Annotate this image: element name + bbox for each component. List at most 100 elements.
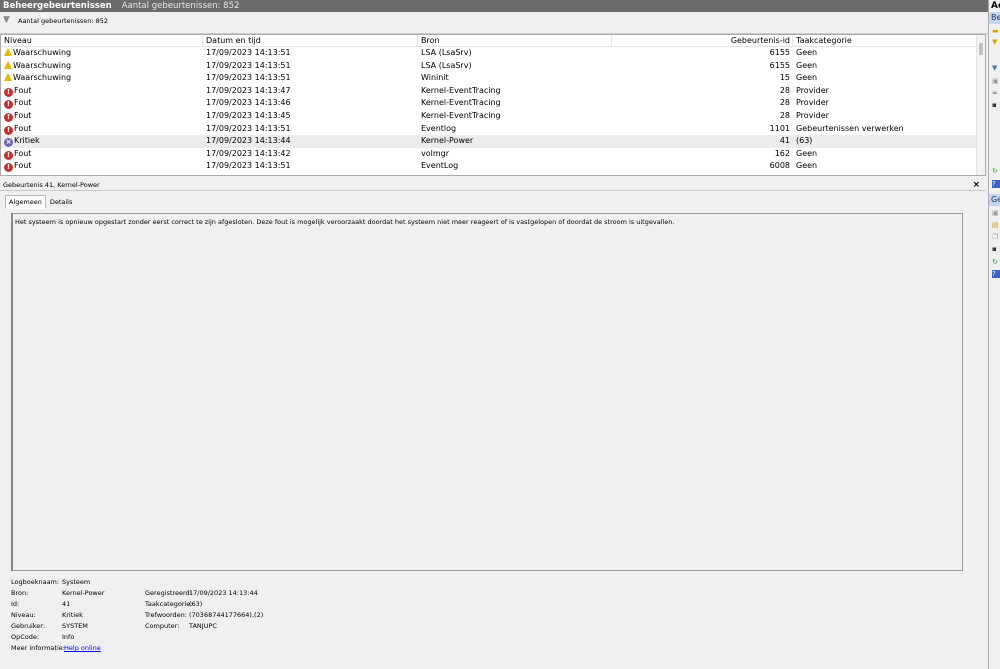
actions-section-view[interactable]: Be	[989, 12, 1000, 24]
refresh-icon[interactable]: ↻	[992, 167, 1000, 175]
table-row[interactable]: ! Fout 17/09/2023 14:13:47 Kernel-EventTr…	[1, 85, 976, 98]
error-icon: !	[4, 113, 13, 122]
user-label: Gebruiker:	[11, 622, 46, 630]
task-cell: Geen	[796, 161, 818, 171]
logged-value: 17/09/2023 14:13:44	[189, 589, 258, 597]
help-icon[interactable]: ?	[992, 180, 1000, 188]
detail-tabs: Algemeen Details	[5, 195, 77, 209]
date-cell: 17/09/2023 14:13:51	[206, 73, 291, 83]
actions-panel: Ac Be ▬ ▼ ▼ ▣ ∞ ▪ ↻ ? Ge ▣ ▤ ❐ ▪ ↻ ?	[988, 0, 1000, 669]
event-id-cell: 41	[779, 136, 790, 146]
tab-general[interactable]: Algemeen	[5, 195, 46, 209]
attach-task-icon[interactable]: ▤	[992, 221, 1000, 229]
table-row[interactable]: ! Fout 17/09/2023 14:13:45 Kernel-EventTr…	[1, 110, 976, 123]
id-value: 41	[62, 600, 71, 608]
source-cell: LSA (LsaSrv)	[421, 48, 472, 57]
warning-icon	[4, 73, 12, 82]
table-row[interactable]: × Kritiek 17/09/2023 14:13:44 Kernel-Powe…	[1, 135, 976, 148]
task-cell: Geen	[796, 60, 818, 70]
task-cell: Geen	[796, 48, 818, 57]
column-header-date[interactable]: Datum en tijd	[206, 35, 261, 47]
computer-value: TANJUPC	[189, 622, 217, 630]
level-text: Waarschuwing	[13, 73, 72, 83]
level-text: Waarschuwing	[13, 60, 72, 70]
source-cell: volmgr	[421, 148, 450, 158]
date-cell: 17/09/2023 14:13:47	[206, 85, 291, 95]
task-cell: Geen	[796, 73, 818, 83]
help-online-link[interactable]: Help online	[64, 644, 101, 652]
column-header-task[interactable]: Taakcategorie	[796, 35, 852, 47]
column-header-level[interactable]: Niveau	[4, 35, 32, 47]
task-value: (63)	[189, 600, 203, 608]
table-row[interactable]: ! Fout 17/09/2023 14:13:42 volmgr 162 Gee…	[1, 148, 976, 161]
level-cell: ! Fout	[4, 148, 31, 160]
level-text: Kritiek	[14, 136, 40, 146]
task-cell: Provider	[796, 98, 829, 108]
level-text: Fout	[14, 123, 32, 133]
critical-icon: ×	[4, 138, 13, 148]
event-id-cell: 15	[779, 73, 790, 83]
table-row[interactable]: ! Fout 17/09/2023 14:13:51 Eventlog 1101 …	[1, 123, 976, 136]
close-icon[interactable]: ×	[972, 179, 980, 191]
event-list[interactable]: Niveau Datum en tijd Bron Gebeurtenis-id…	[0, 34, 986, 176]
column-header-source[interactable]: Bron	[421, 35, 440, 47]
filter-bar: ▼ Aantal gebeurtenissen: 852	[0, 12, 988, 34]
event-id-cell: 28	[779, 111, 790, 120]
help-icon[interactable]: ?	[992, 270, 1000, 278]
level-cell: ! Fout	[4, 85, 31, 97]
save-icon[interactable]: ▪	[992, 245, 1000, 253]
table-row[interactable]: Waarschuwing 17/09/2023 14:13:51 LSA (Ls…	[1, 47, 976, 60]
task-cell: Geen	[796, 148, 818, 158]
error-icon: !	[4, 163, 13, 173]
opcode-value: Info	[62, 633, 75, 641]
table-row[interactable]: Waarschuwing 17/09/2023 14:13:51 LSA (Ls…	[1, 60, 976, 73]
source-label: Bron:	[11, 589, 29, 597]
level-text: Fout	[14, 111, 32, 120]
actions-section-event[interactable]: Ge	[989, 194, 1000, 206]
log-value: Systeem	[62, 578, 91, 586]
level-cell: × Kritiek	[4, 135, 40, 148]
detail-title: Gebeurtenis 41, Kernel-Power	[3, 181, 100, 189]
table-header: Niveau Datum en tijd Bron Gebeurtenis-id…	[1, 35, 976, 47]
vertical-scrollbar[interactable]	[976, 35, 985, 175]
open-folder-icon[interactable]: ▬	[992, 27, 1000, 35]
clear-icon[interactable]: ▣	[992, 77, 1000, 85]
detail-header: Gebeurtenis 41, Kernel-Power ×	[0, 179, 986, 191]
id-label: Id:	[11, 600, 20, 608]
table-row[interactable]: ! Fout 17/09/2023 14:13:51 EventLog 6008 …	[1, 160, 976, 173]
find-icon[interactable]: ∞	[992, 89, 1000, 97]
filter-icon[interactable]: ▼	[992, 64, 1000, 72]
refresh-icon[interactable]: ↻	[992, 258, 1000, 266]
filter-icon[interactable]: ▼	[992, 38, 1000, 46]
save-icon[interactable]: ▪	[992, 101, 1000, 109]
task-cell: Provider	[796, 85, 829, 95]
event-id-cell: 6155	[769, 48, 790, 57]
source-cell: Kernel-Power	[421, 136, 474, 146]
date-cell: 17/09/2023 14:13:42	[206, 148, 291, 158]
logged-label: Geregistreerd:	[145, 589, 192, 597]
event-id-cell: 162	[774, 148, 790, 158]
keywords-value: (70368744177664),(2)	[189, 611, 264, 619]
source-cell: Wininit	[421, 73, 449, 83]
column-header-event-id[interactable]: Gebeurtenis-id	[613, 35, 790, 47]
filter-icon[interactable]: ▼	[3, 15, 10, 25]
date-cell: 17/09/2023 14:13:51	[206, 161, 291, 171]
level-label: Niveau:	[11, 611, 36, 619]
level-text: Fout	[14, 161, 32, 171]
tab-details[interactable]: Details	[46, 195, 77, 209]
actions-header: Ac	[991, 1, 1000, 11]
table-row[interactable]: Waarschuwing 17/09/2023 14:13:51 Wininit…	[1, 72, 976, 85]
title-bar: Beheergebeurtenissen Aantal gebeurtenisse…	[0, 0, 988, 12]
event-count: Aantal gebeurtenissen: 852	[121, 1, 240, 11]
event-description[interactable]: Het systeem is opnieuw opgestart zonder …	[11, 213, 963, 571]
scroll-thumb[interactable]	[979, 43, 983, 55]
table-row[interactable]: ! Fout 17/09/2023 14:13:46 Kernel-EventTr…	[1, 97, 976, 110]
level-text: Fout	[14, 148, 32, 158]
event-id-cell: 6008	[769, 161, 790, 171]
date-cell: 17/09/2023 14:13:51	[206, 48, 291, 57]
source-cell: Kernel-EventTracing	[421, 85, 501, 95]
level-cell: ! Fout	[4, 97, 31, 110]
properties-icon[interactable]: ▣	[992, 209, 1000, 217]
copy-icon[interactable]: ❐	[992, 233, 1000, 241]
error-icon: !	[4, 87, 13, 97]
